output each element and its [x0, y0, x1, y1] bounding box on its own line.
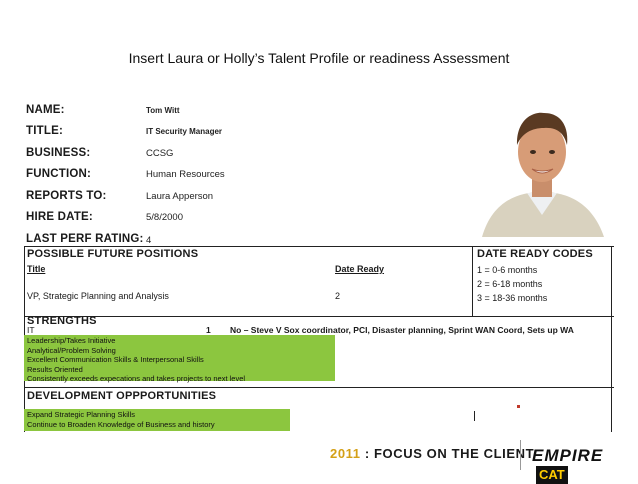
field-value-hire-date: 5/8/2000 [146, 212, 183, 223]
strength-item: Excellent Communication Skills & Interpe… [27, 355, 204, 364]
positions-header: POSSIBLE FUTURE POSITIONS [27, 248, 199, 260]
footer-slogan: 2011 : FOCUS ON THE CLIENT [330, 446, 534, 461]
mark [517, 405, 520, 408]
footer-year: 2011 [330, 446, 361, 461]
development-highlight: Expand Strategic Planning Skills Continu… [24, 409, 290, 431]
field-label-title: TITLE: [26, 125, 63, 137]
position-date-ready: 2 [335, 291, 341, 301]
date-ready-codes-header: DATE READY CODES [477, 248, 593, 260]
footer-slogan-text: : FOCUS ON THE CLIENT [360, 446, 535, 461]
strength-item: Results Oriented [27, 364, 83, 374]
strengths-row-label: IT [27, 325, 35, 335]
empire-logo-text: EMPIRE [532, 446, 604, 465]
footer-separator [520, 440, 521, 470]
column-divider [472, 246, 473, 316]
date-ready-code: 3 = 18-36 months [477, 293, 548, 303]
development-header: DEVELOPMENT OPPPORTUNITIES [27, 390, 217, 402]
divider [24, 387, 614, 388]
strength-item: Analytical/Problem Solving [27, 345, 116, 355]
field-label-name: NAME: [26, 104, 65, 116]
mark [474, 411, 475, 421]
field-value-reports-to: Laura Apperson [146, 191, 214, 202]
field-label-reports-to: REPORTS TO: [26, 190, 107, 202]
field-value-name: Tom Witt [146, 106, 180, 115]
field-value-last-perf-rating: 4 [146, 235, 152, 246]
date-ready-code: 1 = 0-6 months [477, 265, 538, 275]
strengths-row-text: No – Steve V Sox coordinator, PCI, Disas… [230, 325, 574, 335]
strengths-header: STRENGTHS [27, 315, 97, 327]
position-title: VP, Strategic Planning and Analysis [27, 291, 169, 301]
strength-item: Consistently exceeds expecations and tak… [27, 374, 246, 383]
empire-cat-logo: EMPIRECAT [532, 446, 638, 484]
field-value-function: Human Resources [146, 169, 225, 180]
cat-badge: CAT [536, 466, 568, 484]
field-value-title: IT Security Manager [146, 127, 223, 136]
divider [24, 246, 614, 247]
date-ready-code: 2 = 6-18 months [477, 279, 543, 289]
development-item: Continue to Broaden Knowledge of Busines… [27, 419, 215, 429]
positions-col-title: Title [27, 264, 46, 274]
talent-profile-document: NAME: Tom Witt TITLE: IT Security Manage… [22, 97, 616, 432]
strengths-highlight: Leadership/Takes Initiative Analytical/P… [24, 335, 335, 383]
development-item: Expand Strategic Planning Skills [27, 410, 135, 419]
field-label-last-perf-rating: LAST PERF RATING: [26, 233, 144, 245]
strength-item: Leadership/Takes Initiative [27, 336, 116, 345]
strengths-row-number: 1 [206, 325, 211, 335]
divider [24, 316, 614, 317]
slide-caption: Insert Laura or Holly’s Talent Profile o… [128, 50, 510, 66]
field-label-business: BUSINESS: [26, 147, 91, 159]
positions-col-date-ready: Date Ready [335, 264, 385, 274]
field-label-function: FUNCTION: [26, 168, 92, 180]
table-border-right [611, 246, 612, 432]
field-label-hire-date: HIRE DATE: [26, 211, 93, 223]
field-value-business: CCSG [146, 148, 174, 159]
employee-photo [472, 97, 612, 237]
